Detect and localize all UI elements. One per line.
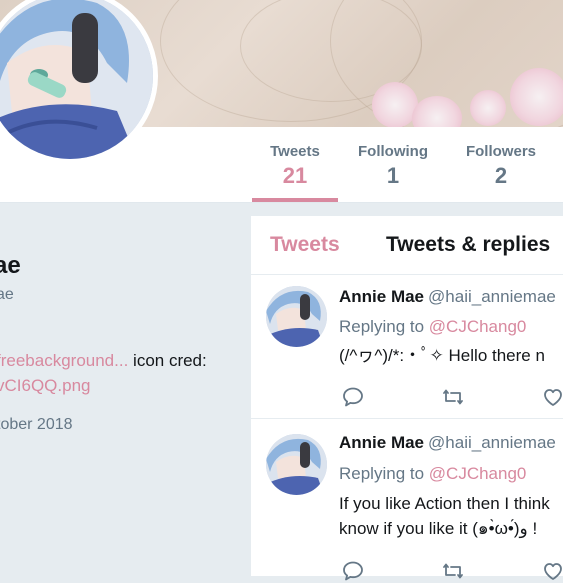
tweet-author-name[interactable]: Annie Mae [339, 287, 424, 306]
timeline: Tweets Tweets & replies Annie Mae @haii_a… [251, 216, 563, 581]
stat-tweets-value: 21 [282, 163, 308, 188]
profile-bio: freebackground... icon cred: vCI6QQ.png [0, 348, 256, 398]
tweet[interactable]: Annie Mae @haii_anniemae Replying to @CJC… [251, 275, 563, 419]
avatar-illustration [0, 0, 153, 159]
profile-name: ae [0, 252, 21, 279]
replying-to: Replying to @CJChang0 [339, 317, 526, 337]
tab-tweets-and-replies[interactable]: Tweets & replies [386, 233, 550, 257]
stat-following[interactable]: Following 1 [350, 127, 436, 202]
tweet-text-line: (/^ヮ^)/*:・ﾟ✧ Hello there n [339, 346, 545, 365]
tweet-text: If you like Action then I think know if … [339, 491, 550, 541]
avatar-illustration [266, 286, 327, 347]
timeline-tabs: Tweets Tweets & replies [251, 216, 563, 275]
bio-link[interactable]: vCI6QQ.png [0, 376, 91, 395]
tab-tweets[interactable]: Tweets [270, 233, 340, 257]
stat-following-label: Following [358, 143, 428, 160]
profile-sidebar: ae ae freebackground... icon cred: vCI6Q… [0, 202, 240, 563]
replying-to-prefix: Replying to [339, 317, 429, 336]
like-icon[interactable] [541, 385, 563, 409]
bio-link[interactable]: freebackground... [0, 351, 128, 370]
tweet-text: (/^ヮ^)/*:・ﾟ✧ Hello there n [339, 343, 545, 368]
stat-tweets[interactable]: Tweets 21 [252, 127, 338, 202]
replying-to-handle[interactable]: @CJChang0 [429, 317, 527, 336]
tweet-author-handle[interactable]: @haii_anniemae [428, 433, 556, 452]
stat-followers-value: 2 [494, 163, 508, 188]
banner-flower [510, 68, 563, 126]
tweet-avatar[interactable] [266, 434, 327, 495]
retweet-icon[interactable] [441, 385, 465, 409]
tweet-author-name[interactable]: Annie Mae [339, 433, 424, 452]
avatar-illustration [266, 434, 327, 495]
stat-followers[interactable]: Followers 2 [458, 127, 544, 202]
stat-tweets-label: Tweets [270, 143, 320, 160]
replying-to-prefix: Replying to [339, 464, 429, 483]
tweet-header: Annie Mae @haii_anniemae [339, 287, 556, 307]
stat-followers-label: Followers [465, 143, 536, 160]
tweet-header: Annie Mae @haii_anniemae [339, 433, 556, 453]
replying-to: Replying to @CJChang0 [339, 464, 526, 484]
tweet-text-line: If you like Action then I think [339, 494, 550, 513]
tweet-author-handle[interactable]: @haii_anniemae [428, 287, 556, 306]
banner-flower [470, 90, 506, 126]
tweet[interactable]: Annie Mae @haii_anniemae Replying to @CJC… [251, 419, 563, 581]
bio-text: icon cred: [128, 351, 207, 370]
stat-following-value: 1 [386, 163, 400, 188]
banner-flower [372, 82, 418, 127]
active-tab-indicator [252, 198, 338, 202]
reply-icon[interactable] [341, 385, 365, 409]
joined-date: tober 2018 [0, 416, 73, 433]
tweet-avatar[interactable] [266, 286, 327, 347]
tweet-text-line: know if you like it (๑•̀ω•́)و ! [339, 519, 538, 538]
profile-handle: ae [0, 286, 14, 303]
replying-to-handle[interactable]: @CJChang0 [429, 464, 527, 483]
